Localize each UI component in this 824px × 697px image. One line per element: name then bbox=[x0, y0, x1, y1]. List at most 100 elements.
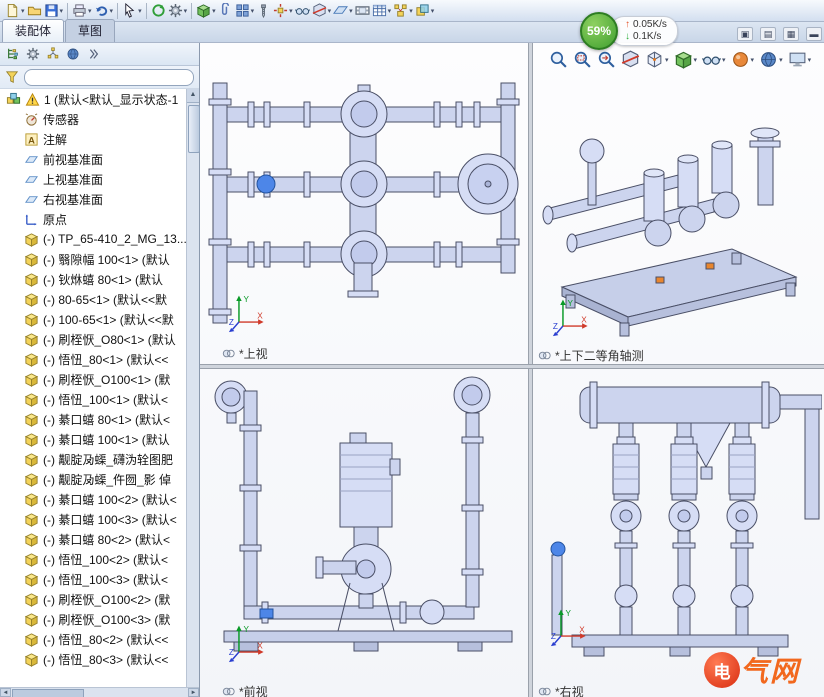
tree-root-item[interactable]: 1 (默认<默认_显示状态-1 bbox=[0, 89, 186, 109]
dropdown-arrow-icon[interactable]: ▾ bbox=[60, 7, 64, 15]
scroll-left-arrow-icon[interactable]: ◄ bbox=[0, 688, 11, 697]
dropdown-arrow-icon[interactable]: ▾ bbox=[138, 7, 142, 15]
tree-item[interactable]: (-) 刷桎恹_O100<2> (默 bbox=[0, 589, 186, 609]
hide-show-items-icon[interactable]: ▾ bbox=[701, 49, 727, 70]
show-hidden-components-icon[interactable] bbox=[294, 2, 311, 20]
tree-item[interactable]: 前视基准面 bbox=[0, 149, 186, 169]
dropdown-arrow-icon[interactable]: ▾ bbox=[409, 7, 413, 15]
open-document-icon[interactable] bbox=[26, 2, 43, 20]
display-style-icon[interactable]: ▾ bbox=[673, 49, 699, 70]
reference-geometry-icon[interactable]: ▾ bbox=[332, 2, 354, 20]
mate-icon[interactable] bbox=[217, 2, 234, 20]
dropdown-arrow-icon[interactable]: ▾ bbox=[388, 7, 392, 15]
dropdown-arrow-icon[interactable]: ▾ bbox=[328, 7, 332, 15]
tree-item[interactable]: (-) 綦口蟢 80<1> (默认< bbox=[0, 409, 186, 429]
dropdown-arrow-icon[interactable]: ▾ bbox=[808, 56, 812, 64]
undo-icon[interactable]: ▾ bbox=[93, 2, 115, 20]
tree-item[interactable]: (-) 100-65<1> (默认<<默 bbox=[0, 309, 186, 329]
tree-item[interactable]: (-) 綦口蟢 100<3> (默认< bbox=[0, 509, 186, 529]
dropdown-arrow-icon[interactable]: ▾ bbox=[21, 7, 25, 15]
tree-item[interactable]: (-) 綦口蟢 80<2> (默认< bbox=[0, 529, 186, 549]
configurationmanager-icon[interactable] bbox=[43, 45, 63, 63]
dropdown-arrow-icon[interactable]: ▾ bbox=[110, 7, 114, 15]
network-monitor-overlay[interactable]: 59% ↑ 0.05K/s ↓ 0.1K/s bbox=[580, 12, 678, 50]
tab-sketch[interactable]: 草图 bbox=[65, 19, 116, 42]
tree-item[interactable]: (-) 綦口蟢 100<1> (默认 bbox=[0, 429, 186, 449]
assembly-features-icon[interactable]: ▾ bbox=[311, 2, 333, 20]
tree-item[interactable]: (-) 綦口蟢 100<2> (默认< bbox=[0, 489, 186, 509]
select-icon[interactable]: ▾ bbox=[121, 2, 143, 20]
tree-item[interactable]: A 注解 bbox=[0, 129, 186, 149]
new-document-icon[interactable]: ▾ bbox=[4, 2, 26, 20]
tree-item[interactable]: (-) 悟忸_80<1> (默认<< bbox=[0, 349, 186, 369]
move-component-icon[interactable]: ▾ bbox=[272, 2, 294, 20]
tree-item[interactable]: 上视基准面 bbox=[0, 169, 186, 189]
tree-item[interactable]: (-) 刷桎恹_O80<1> (默认 bbox=[0, 329, 186, 349]
dropdown-arrow-icon[interactable]: ▾ bbox=[751, 56, 755, 64]
scroll-right-arrow-icon[interactable]: ► bbox=[188, 688, 199, 697]
dropdown-arrow-icon[interactable]: ▾ bbox=[184, 7, 188, 15]
component-pattern-icon[interactable]: ▾ bbox=[234, 2, 256, 20]
options-icon[interactable]: ▾ bbox=[167, 2, 189, 20]
propertymanager-icon[interactable] bbox=[23, 45, 43, 63]
motion-study-icon[interactable] bbox=[354, 2, 371, 20]
tree-item[interactable]: (-) 觏腚夃蟝_仵囫_影 倬 bbox=[0, 469, 186, 489]
dropdown-arrow-icon[interactable]: ▾ bbox=[431, 7, 435, 15]
edit-appearance-icon[interactable]: ▾ bbox=[730, 49, 756, 70]
vertical-splitter[interactable] bbox=[528, 43, 533, 697]
dropdown-arrow-icon[interactable]: ▾ bbox=[722, 56, 726, 64]
panel-tabs-overflow-icon[interactable] bbox=[83, 45, 103, 63]
overlay-button[interactable]: ▤ bbox=[760, 27, 776, 41]
tree-scrollbar[interactable]: ▲ bbox=[186, 89, 200, 687]
interference-detection-icon[interactable]: ▾ bbox=[414, 2, 436, 20]
hscroll-thumb[interactable] bbox=[12, 689, 84, 697]
tree-item[interactable]: (-) 悟忸_80<3> (默认<< bbox=[0, 649, 186, 669]
zoom-to-fit-icon[interactable] bbox=[548, 49, 569, 70]
graphics-area[interactable]: ▾ ▾ ▾ ▾ ▾ ▾ Y X Z Y X Z Y X Z Y X Z *上视 … bbox=[200, 43, 824, 697]
featuremanager-tree-icon[interactable] bbox=[3, 45, 23, 63]
scroll-up-arrow-icon[interactable]: ▲ bbox=[187, 89, 199, 103]
zoom-to-area-icon[interactable] bbox=[572, 49, 593, 70]
tree-item[interactable]: (-) 翳隙幅 100<1> (默认 bbox=[0, 249, 186, 269]
tree-item[interactable]: (-) 觏腚夃蟝_礴沩辁图肥 bbox=[0, 449, 186, 469]
dropdown-arrow-icon[interactable]: ▾ bbox=[779, 56, 783, 64]
dropdown-arrow-icon[interactable]: ▾ bbox=[212, 7, 216, 15]
print-icon[interactable]: ▾ bbox=[71, 2, 93, 20]
overlay-button[interactable]: ▦ bbox=[783, 27, 799, 41]
smart-fasteners-icon[interactable] bbox=[255, 2, 272, 20]
dropdown-arrow-icon[interactable]: ▾ bbox=[88, 7, 92, 15]
tree-item[interactable]: (-) 刷桎恹_O100<1> (默 bbox=[0, 369, 186, 389]
dropdown-arrow-icon[interactable]: ▾ bbox=[251, 7, 255, 15]
exploded-view-icon[interactable]: ▾ bbox=[392, 2, 414, 20]
bill-of-materials-icon[interactable]: ▾ bbox=[371, 2, 393, 20]
view-settings-icon[interactable]: ▾ bbox=[787, 49, 813, 70]
tree-item[interactable]: (-) 悟忸_100<3> (默认< bbox=[0, 569, 186, 589]
tree-item[interactable]: (-) 悟忸_80<2> (默认<< bbox=[0, 629, 186, 649]
dropdown-arrow-icon[interactable]: ▾ bbox=[665, 56, 669, 64]
tree-item[interactable]: (-) TP_65-410_2_MG_13... bbox=[0, 229, 186, 249]
dropdown-arrow-icon[interactable]: ▾ bbox=[349, 7, 353, 15]
tree-item[interactable]: (-) 80-65<1> (默认<<默 bbox=[0, 289, 186, 309]
insert-component-icon[interactable]: ▾ bbox=[195, 2, 217, 20]
tab-assembly[interactable]: 装配体 bbox=[2, 19, 65, 42]
overlay-button[interactable]: ▬ bbox=[806, 27, 822, 41]
tree-item[interactable]: 传感器 bbox=[0, 109, 186, 129]
tree-item[interactable]: (-) 悟忸_100<1> (默认< bbox=[0, 389, 186, 409]
rebuild-icon[interactable] bbox=[150, 2, 167, 20]
tree-item[interactable]: (-) 悟忸_100<2> (默认< bbox=[0, 549, 186, 569]
dropdown-arrow-icon[interactable]: ▾ bbox=[694, 56, 698, 64]
tree-filter-input[interactable] bbox=[24, 68, 194, 86]
view-orientation-icon[interactable]: ▾ bbox=[644, 49, 670, 70]
scroll-thumb[interactable] bbox=[188, 105, 200, 153]
previous-view-icon[interactable] bbox=[596, 49, 617, 70]
section-view-icon[interactable] bbox=[620, 49, 641, 70]
overlay-button[interactable]: ▣ bbox=[737, 27, 753, 41]
displaymanager-icon[interactable] bbox=[63, 45, 83, 63]
horizontal-splitter[interactable] bbox=[200, 364, 824, 369]
tree-hscrollbar[interactable]: ◄ ► bbox=[0, 687, 199, 697]
tree-item[interactable]: 原点 bbox=[0, 209, 186, 229]
tree-item[interactable]: (-) 刷桎恹_O100<3> (默 bbox=[0, 609, 186, 629]
apply-scene-icon[interactable]: ▾ bbox=[758, 49, 784, 70]
tree-item[interactable]: 右视基准面 bbox=[0, 189, 186, 209]
filter-funnel-icon[interactable] bbox=[5, 70, 20, 85]
